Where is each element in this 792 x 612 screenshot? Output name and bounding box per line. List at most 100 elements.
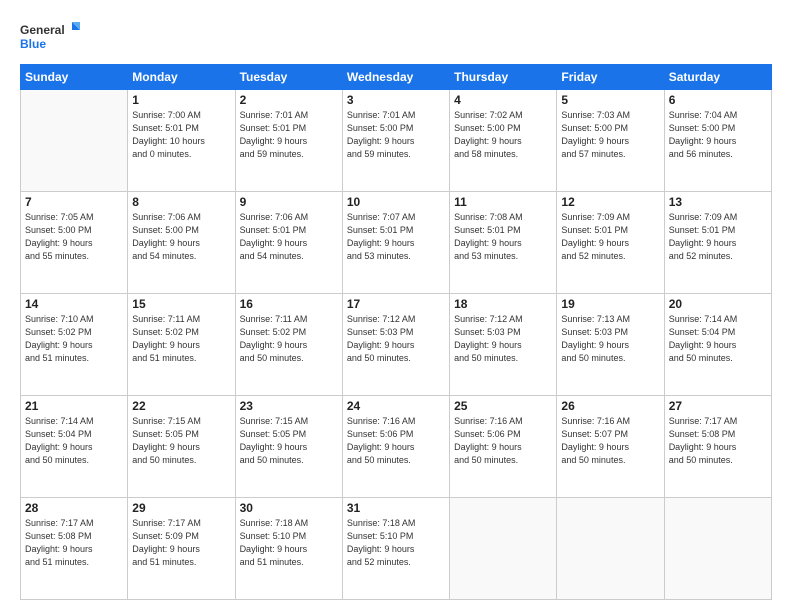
day-info: Sunrise: 7:05 AMSunset: 5:00 PMDaylight:…: [25, 211, 123, 263]
day-number: 3: [347, 93, 445, 107]
day-number: 15: [132, 297, 230, 311]
day-info: Sunrise: 7:00 AMSunset: 5:01 PMDaylight:…: [132, 109, 230, 161]
day-info: Sunrise: 7:07 AMSunset: 5:01 PMDaylight:…: [347, 211, 445, 263]
calendar-cell: 29 Sunrise: 7:17 AMSunset: 5:09 PMDayligh…: [128, 498, 235, 600]
day-info: Sunrise: 7:09 AMSunset: 5:01 PMDaylight:…: [561, 211, 659, 263]
calendar-cell: 22 Sunrise: 7:15 AMSunset: 5:05 PMDayligh…: [128, 396, 235, 498]
calendar-cell: 31Sunrise: 7:18 AMSunset: 5:10 PMDayligh…: [342, 498, 449, 600]
day-info: Sunrise: 7:13 AMSunset: 5:03 PMDaylight:…: [561, 313, 659, 365]
day-number: 18: [454, 297, 552, 311]
day-info: Sunrise: 7:14 AMSunset: 5:04 PMDaylight:…: [669, 313, 767, 365]
calendar-cell: 20 Sunrise: 7:14 AMSunset: 5:04 PMDayligh…: [664, 294, 771, 396]
calendar-cell: 5 Sunrise: 7:03 AMSunset: 5:00 PMDaylight…: [557, 90, 664, 192]
day-number: 6: [669, 93, 767, 107]
day-number: 9: [240, 195, 338, 209]
day-info: Sunrise: 7:16 AMSunset: 5:07 PMDaylight:…: [561, 415, 659, 467]
day-info: Sunrise: 7:02 AMSunset: 5:00 PMDaylight:…: [454, 109, 552, 161]
day-number: 1: [132, 93, 230, 107]
calendar-cell: [21, 90, 128, 192]
day-info: Sunrise: 7:01 AMSunset: 5:01 PMDaylight:…: [240, 109, 338, 161]
calendar-cell: 4Sunrise: 7:02 AMSunset: 5:00 PMDaylight…: [450, 90, 557, 192]
svg-text:Blue: Blue: [20, 37, 46, 51]
day-number: 14: [25, 297, 123, 311]
day-number: 31: [347, 501, 445, 515]
calendar-cell: 9Sunrise: 7:06 AMSunset: 5:01 PMDaylight…: [235, 192, 342, 294]
calendar-cell: 3 Sunrise: 7:01 AMSunset: 5:00 PMDaylight…: [342, 90, 449, 192]
calendar-cell: 10 Sunrise: 7:07 AMSunset: 5:01 PMDayligh…: [342, 192, 449, 294]
day-number: 5: [561, 93, 659, 107]
logo: General Blue: [20, 18, 80, 54]
page: General Blue SundayMondayTuesdayWednesda…: [0, 0, 792, 612]
day-number: 30: [240, 501, 338, 515]
calendar-cell: 23 Sunrise: 7:15 AMSunset: 5:05 PMDayligh…: [235, 396, 342, 498]
day-number: 8: [132, 195, 230, 209]
day-header-friday: Friday: [557, 65, 664, 90]
calendar-cell: 21 Sunrise: 7:14 AMSunset: 5:04 PMDayligh…: [21, 396, 128, 498]
day-number: 2: [240, 93, 338, 107]
day-number: 17: [347, 297, 445, 311]
day-info: Sunrise: 7:18 AMSunset: 5:10 PMDaylight:…: [240, 517, 338, 569]
day-number: 11: [454, 195, 552, 209]
day-header-monday: Monday: [128, 65, 235, 90]
calendar-cell: [450, 498, 557, 600]
day-info: Sunrise: 7:01 AMSunset: 5:00 PMDaylight:…: [347, 109, 445, 161]
calendar-cell: 12Sunrise: 7:09 AMSunset: 5:01 PMDayligh…: [557, 192, 664, 294]
day-header-saturday: Saturday: [664, 65, 771, 90]
calendar-week-5: 28 Sunrise: 7:17 AMSunset: 5:08 PMDayligh…: [21, 498, 772, 600]
day-number: 10: [347, 195, 445, 209]
calendar-cell: 28 Sunrise: 7:17 AMSunset: 5:08 PMDayligh…: [21, 498, 128, 600]
calendar-cell: 11 Sunrise: 7:08 AMSunset: 5:01 PMDayligh…: [450, 192, 557, 294]
day-header-sunday: Sunday: [21, 65, 128, 90]
calendar-cell: 13 Sunrise: 7:09 AMSunset: 5:01 PMDayligh…: [664, 192, 771, 294]
day-number: 13: [669, 195, 767, 209]
calendar-cell: 16Sunrise: 7:11 AMSunset: 5:02 PMDayligh…: [235, 294, 342, 396]
header: General Blue: [20, 18, 772, 54]
day-number: 22: [132, 399, 230, 413]
day-number: 20: [669, 297, 767, 311]
day-info: Sunrise: 7:15 AMSunset: 5:05 PMDaylight:…: [240, 415, 338, 467]
day-info: Sunrise: 7:03 AMSunset: 5:00 PMDaylight:…: [561, 109, 659, 161]
day-info: Sunrise: 7:17 AMSunset: 5:08 PMDaylight:…: [669, 415, 767, 467]
day-number: 26: [561, 399, 659, 413]
day-info: Sunrise: 7:14 AMSunset: 5:04 PMDaylight:…: [25, 415, 123, 467]
day-header-tuesday: Tuesday: [235, 65, 342, 90]
calendar-cell: [557, 498, 664, 600]
calendar-week-1: 1 Sunrise: 7:00 AMSunset: 5:01 PMDaylight…: [21, 90, 772, 192]
calendar-cell: [664, 498, 771, 600]
day-info: Sunrise: 7:11 AMSunset: 5:02 PMDaylight:…: [132, 313, 230, 365]
day-info: Sunrise: 7:04 AMSunset: 5:00 PMDaylight:…: [669, 109, 767, 161]
calendar-week-4: 21 Sunrise: 7:14 AMSunset: 5:04 PMDayligh…: [21, 396, 772, 498]
day-number: 7: [25, 195, 123, 209]
logo-svg: General Blue: [20, 18, 80, 54]
calendar-cell: 2 Sunrise: 7:01 AMSunset: 5:01 PMDaylight…: [235, 90, 342, 192]
calendar-table: SundayMondayTuesdayWednesdayThursdayFrid…: [20, 64, 772, 600]
day-info: Sunrise: 7:17 AMSunset: 5:08 PMDaylight:…: [25, 517, 123, 569]
day-header-thursday: Thursday: [450, 65, 557, 90]
calendar-cell: 24 Sunrise: 7:16 AMSunset: 5:06 PMDayligh…: [342, 396, 449, 498]
day-info: Sunrise: 7:12 AMSunset: 5:03 PMDaylight:…: [347, 313, 445, 365]
day-number: 19: [561, 297, 659, 311]
day-info: Sunrise: 7:10 AMSunset: 5:02 PMDaylight:…: [25, 313, 123, 365]
calendar-cell: 26 Sunrise: 7:16 AMSunset: 5:07 PMDayligh…: [557, 396, 664, 498]
svg-text:General: General: [20, 23, 65, 37]
day-info: Sunrise: 7:16 AMSunset: 5:06 PMDaylight:…: [347, 415, 445, 467]
day-number: 29: [132, 501, 230, 515]
day-number: 28: [25, 501, 123, 515]
calendar-cell: 1 Sunrise: 7:00 AMSunset: 5:01 PMDaylight…: [128, 90, 235, 192]
day-info: Sunrise: 7:09 AMSunset: 5:01 PMDaylight:…: [669, 211, 767, 263]
calendar-cell: 30 Sunrise: 7:18 AMSunset: 5:10 PMDayligh…: [235, 498, 342, 600]
calendar-header-row: SundayMondayTuesdayWednesdayThursdayFrid…: [21, 65, 772, 90]
day-number: 23: [240, 399, 338, 413]
calendar-week-2: 7 Sunrise: 7:05 AMSunset: 5:00 PMDaylight…: [21, 192, 772, 294]
day-info: Sunrise: 7:16 AMSunset: 5:06 PMDaylight:…: [454, 415, 552, 467]
day-info: Sunrise: 7:08 AMSunset: 5:01 PMDaylight:…: [454, 211, 552, 263]
day-number: 21: [25, 399, 123, 413]
day-info: Sunrise: 7:17 AMSunset: 5:09 PMDaylight:…: [132, 517, 230, 569]
day-info: Sunrise: 7:15 AMSunset: 5:05 PMDaylight:…: [132, 415, 230, 467]
day-info: Sunrise: 7:06 AMSunset: 5:00 PMDaylight:…: [132, 211, 230, 263]
day-number: 24: [347, 399, 445, 413]
day-number: 16: [240, 297, 338, 311]
calendar-cell: 6 Sunrise: 7:04 AMSunset: 5:00 PMDaylight…: [664, 90, 771, 192]
day-header-wednesday: Wednesday: [342, 65, 449, 90]
calendar-cell: 17 Sunrise: 7:12 AMSunset: 5:03 PMDayligh…: [342, 294, 449, 396]
